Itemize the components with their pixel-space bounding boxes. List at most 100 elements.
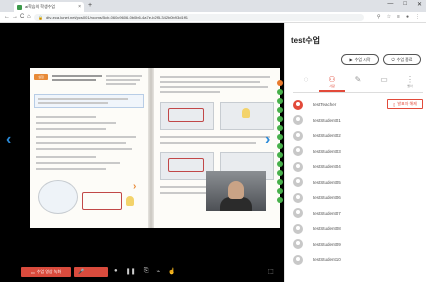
participant-name: testTeacher [313, 102, 337, 108]
tab-more[interactable]: ⋮ 빨아 [397, 75, 423, 92]
avatar [293, 208, 303, 219]
marker-dot[interactable] [276, 116, 283, 122]
presenter-icon: ▯ [393, 101, 396, 107]
class-title: test수업 [291, 36, 320, 45]
browser-tab-bar: ai학습의 학생수업 × + — □ ✕ [0, 0, 426, 12]
participant-name: testStudent10 [313, 257, 341, 263]
home-button[interactable]: ⌂ [27, 14, 31, 20]
tab-people[interactable]: ⚇ 사람 [319, 75, 345, 92]
marker-dot[interactable] [276, 161, 283, 167]
avatar [293, 130, 303, 141]
marker-dot[interactable] [276, 143, 283, 149]
screen-icon: ▭ [380, 75, 388, 84]
avatar [293, 177, 303, 188]
marker-dot[interactable] [276, 125, 283, 131]
marker-dot[interactable] [276, 107, 283, 113]
screen-share-icon[interactable]: ⬚ [268, 268, 274, 275]
release-presenter-label: 발표자 해제 [397, 101, 417, 106]
list-item[interactable]: testTeacher ▯ 발표자 해제 [293, 97, 423, 113]
avatar [293, 99, 303, 110]
tab-people-label: 사람 [329, 84, 335, 88]
close-window-button[interactable]: ✕ [417, 1, 422, 8]
participant-name: testStudent01 [313, 117, 341, 123]
tab-more-label: 빨아 [407, 84, 413, 88]
menu-icon[interactable]: ⋮ [415, 14, 420, 20]
reload-button[interactable]: C [20, 14, 24, 20]
mic-button[interactable]: 🎤 [74, 267, 108, 277]
avatar [293, 161, 303, 172]
presentation-stage: ‹ 실험 › › [0, 23, 284, 263]
pointer-hand-icon[interactable]: ☝ [168, 268, 175, 275]
start-class-button[interactable]: ▶ 수업 시작 [341, 54, 379, 65]
profile-icon[interactable]: ● [406, 14, 409, 20]
marker-dot[interactable] [276, 98, 283, 104]
webcam-video[interactable] [206, 171, 266, 211]
list-item[interactable]: testStudent02 [293, 128, 423, 144]
inner-next-arrow-icon[interactable]: › [133, 181, 136, 192]
edit-icon: ✎ [354, 75, 362, 84]
list-item[interactable]: testStudent05 [293, 175, 423, 191]
list-item[interactable]: testStudent08 [293, 221, 423, 237]
avatar [293, 146, 303, 157]
lock-icon: 🔒 [38, 15, 43, 20]
list-item[interactable]: testStudent06 [293, 190, 423, 206]
marker-dot[interactable] [276, 152, 283, 158]
reading-list-icon[interactable]: ≡ [397, 14, 400, 20]
marker-dot[interactable] [276, 170, 283, 176]
list-item[interactable]: testStudent09 [293, 237, 423, 253]
tab-close-icon[interactable]: × [78, 4, 81, 10]
pause-icon[interactable]: ❚❚ [126, 268, 136, 275]
link-icon[interactable]: ⌁ [157, 268, 161, 275]
participant-name: testStudent07 [313, 210, 341, 216]
class-side-panel: test수업 ▶ 수업 시작 ⏻ 수업 종료 ◌ ⚇ 사람 ✎ ▭ ⋮ 빨아 t… [284, 23, 426, 282]
participant-name: testStudent04 [313, 164, 341, 170]
people-icon: ⚇ [328, 75, 336, 84]
list-item[interactable]: testStudent07 [293, 206, 423, 222]
tab-edit[interactable]: ✎ [345, 75, 371, 92]
record-class-button[interactable]: ▭ 수업 영상 녹화 [21, 267, 71, 277]
play-icon: ▶ [349, 57, 353, 62]
tab-chat[interactable]: ◌ [293, 75, 319, 92]
url-text: dtv-eca.lunet.net/pcs001/rooms/5cb-060c9… [45, 15, 189, 20]
new-tab-button[interactable]: + [88, 2, 92, 9]
end-class-button[interactable]: ⏻ 수업 종료 [383, 54, 421, 65]
tab-screen[interactable]: ▭ [371, 75, 397, 92]
url-input[interactable]: 🔒 dtv-eca.lunet.net/pcs001/rooms/5cb-060… [34, 14, 364, 21]
zoom-icon[interactable]: ⚲ [377, 14, 381, 20]
back-button[interactable]: ← [4, 14, 10, 20]
marker-dot[interactable] [276, 89, 283, 95]
minimize-button[interactable]: — [387, 1, 393, 8]
forward-button[interactable]: → [12, 14, 18, 20]
bottom-toolbar: ▭ 수업 영상 녹화 🎤 ● ❚❚ ⎘ ⌁ ☝ ⬚ [0, 263, 284, 282]
bookmark-icon[interactable]: ☆ [387, 14, 391, 20]
maximize-button[interactable]: □ [403, 1, 407, 8]
participant-name: testStudent08 [313, 226, 341, 232]
participant-name: testStudent06 [313, 195, 341, 201]
power-icon: ⏻ [391, 57, 395, 62]
marker-dot[interactable] [276, 134, 283, 140]
list-item[interactable]: testStudent01 [293, 113, 423, 129]
avatar [293, 254, 303, 265]
start-class-label: 수업 시작 [354, 56, 371, 62]
list-item[interactable]: testStudent03 [293, 144, 423, 160]
prev-page-arrow-icon[interactable]: ‹ [6, 131, 11, 149]
release-presenter-button[interactable]: ▯ 발표자 해제 [387, 99, 423, 109]
chat-icon: ◌ [303, 75, 309, 84]
marker-dot[interactable] [276, 80, 283, 86]
marker-dot[interactable] [276, 197, 283, 203]
webcam-person-head [228, 181, 244, 199]
participant-name: testStudent09 [313, 241, 341, 247]
mic-icon: 🎤 [78, 269, 85, 275]
next-page-arrow-icon[interactable]: › [265, 131, 270, 149]
list-item[interactable]: testStudent04 [293, 159, 423, 175]
avatar [293, 239, 303, 250]
marker-dot[interactable] [276, 188, 283, 194]
browser-action-icons: ⚲ ☆ ≡ ● ⋮ [377, 14, 420, 20]
participant-name: testStudent02 [313, 133, 341, 139]
record-dot-icon[interactable]: ● [114, 268, 118, 275]
copy-icon[interactable]: ⎘ [144, 268, 149, 275]
marker-dot[interactable] [276, 179, 283, 185]
list-item[interactable]: testStudent10 [293, 252, 423, 268]
page-tag: 실험 [34, 74, 48, 80]
browser-tab[interactable]: ai학습의 학생수업 × [14, 2, 84, 12]
